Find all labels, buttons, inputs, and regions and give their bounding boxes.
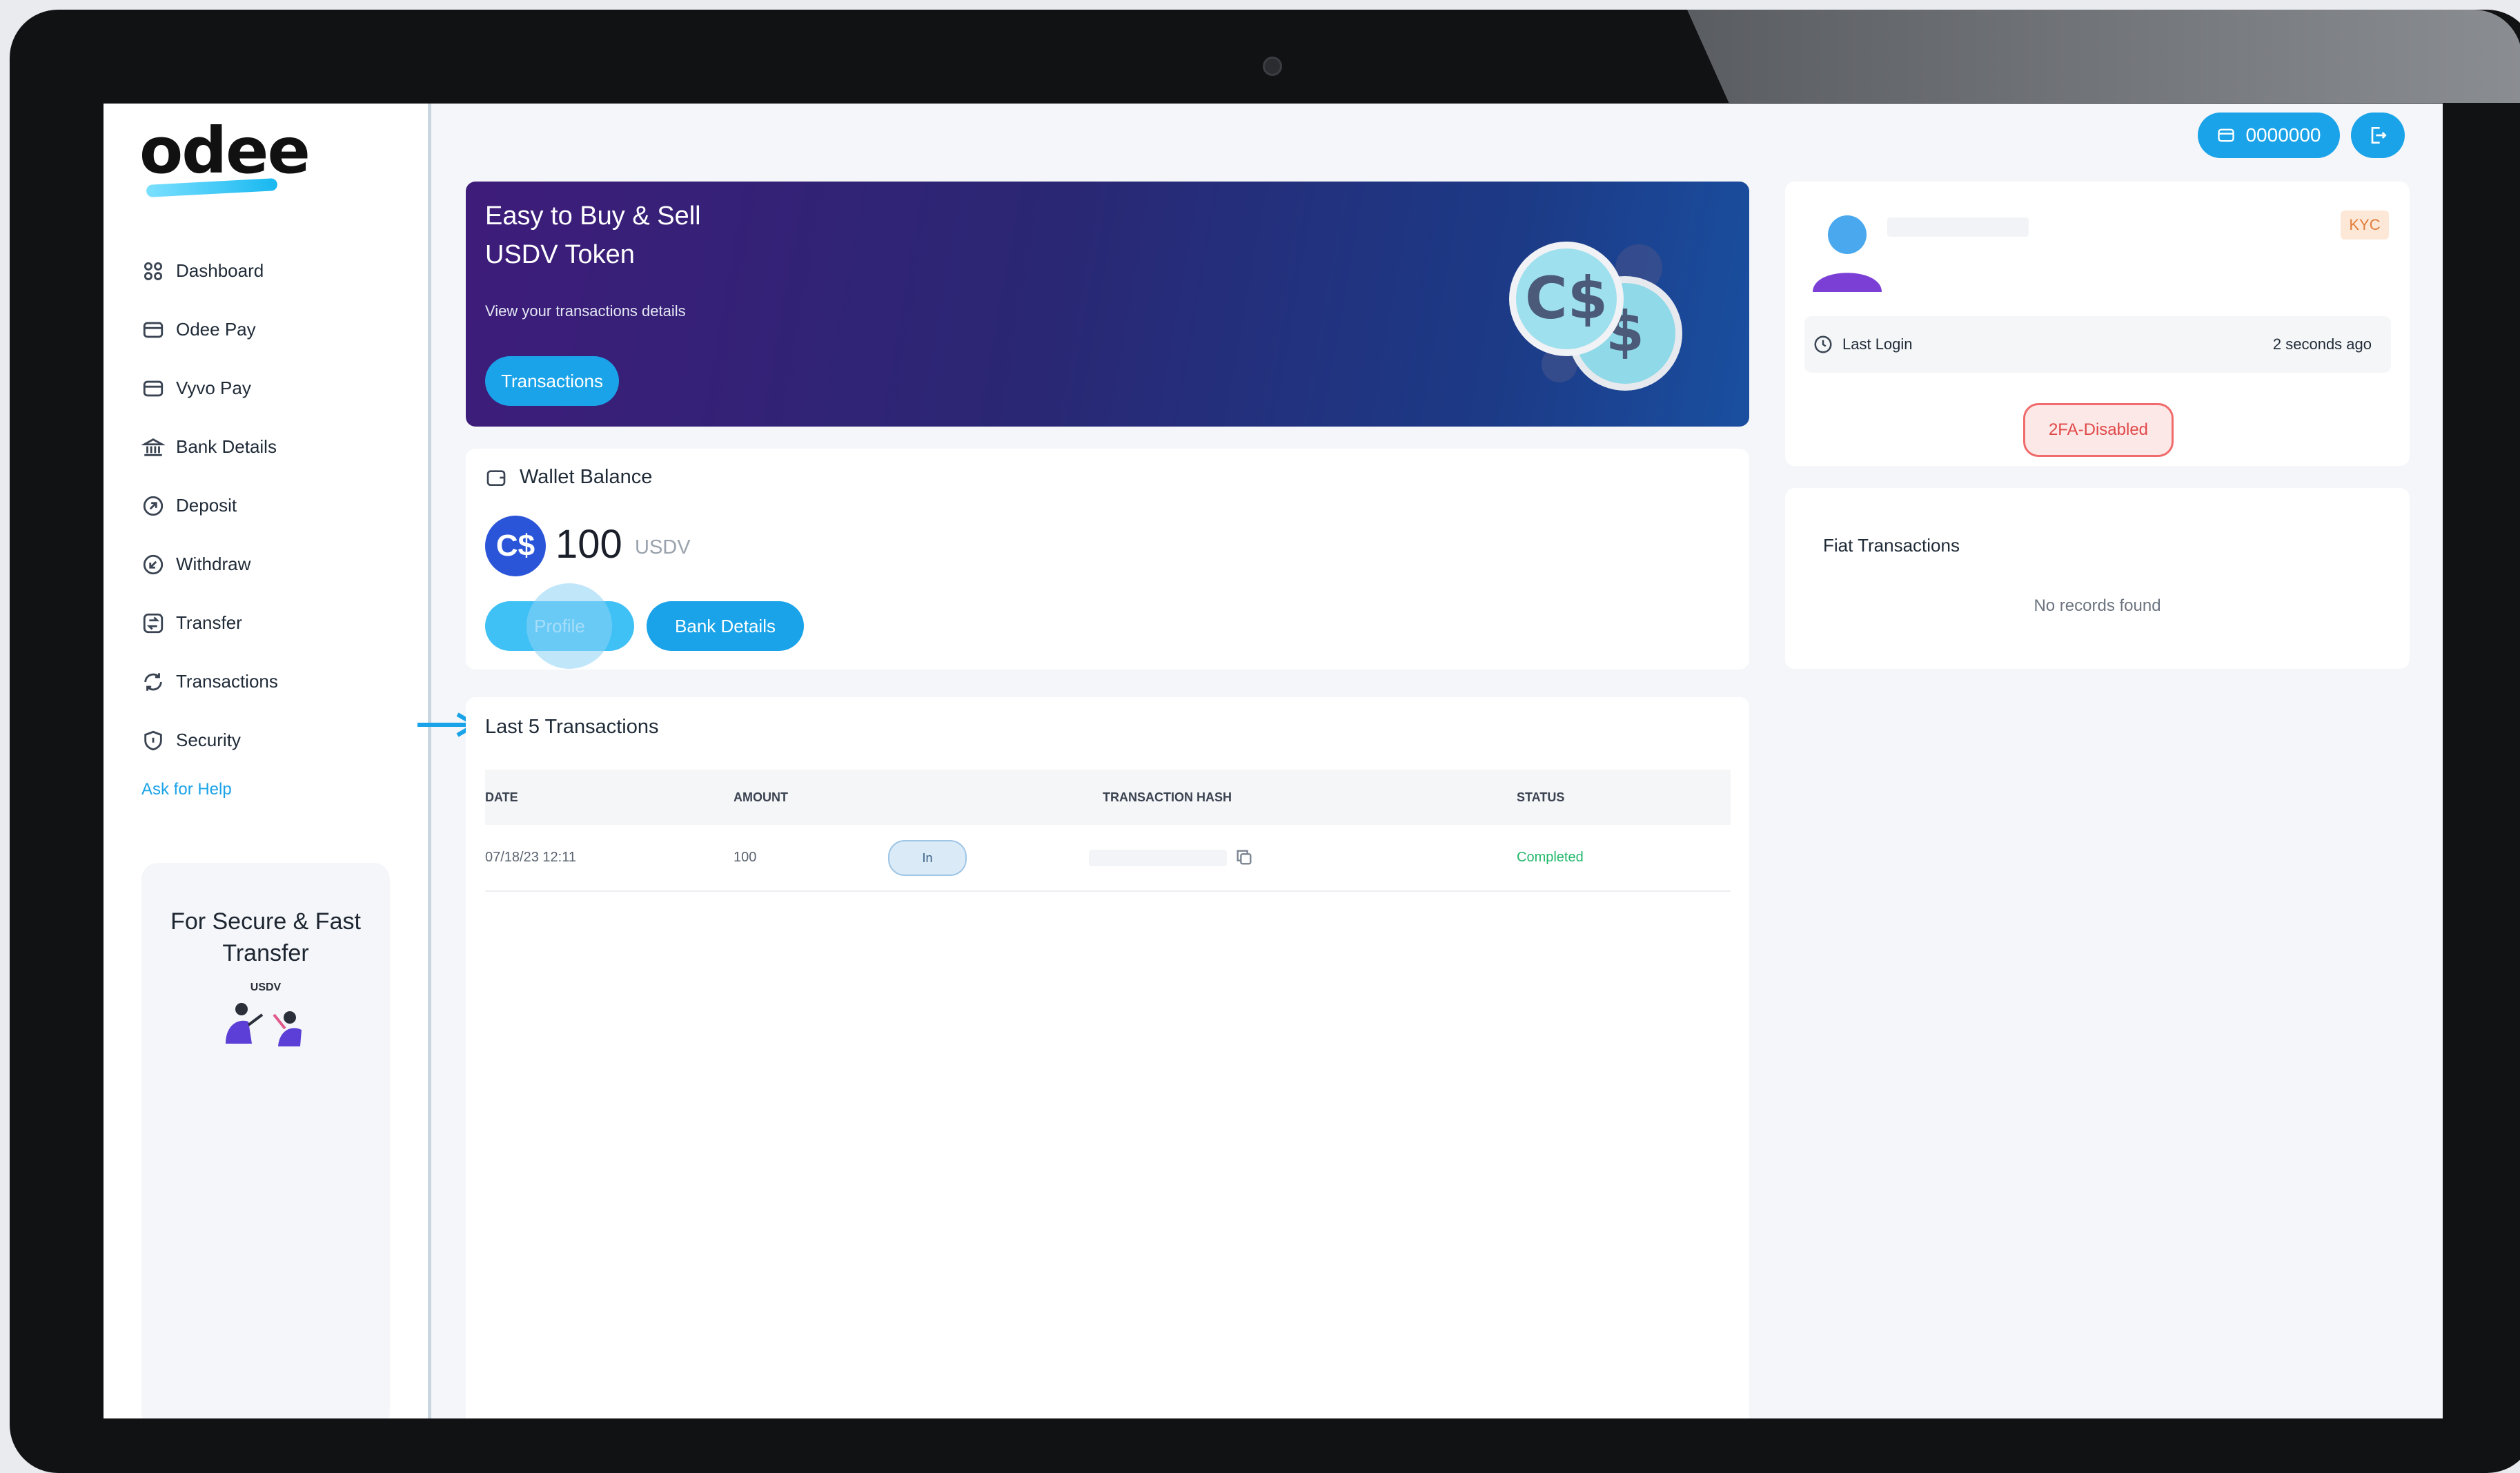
last-login-label: Last Login	[1842, 335, 1913, 353]
sidebar-item-label: Odee Pay	[176, 319, 256, 340]
coins-illustration: $ C$	[1509, 242, 1682, 391]
transactions-button[interactable]: Transactions	[485, 356, 619, 406]
txn-date: 07/18/23 12:11	[485, 850, 576, 865]
ask-for-help-link[interactable]: Ask for Help	[141, 780, 232, 799]
sidebar-item-label: Transactions	[176, 671, 278, 692]
col-status: STATUS	[1517, 790, 1565, 804]
wallet-icon	[486, 469, 506, 486]
table-row[interactable]: 07/18/23 12:11 100 In Completed	[485, 825, 1731, 892]
svg-text:C$: C$	[1525, 264, 1608, 332]
last-transactions-title: Last 5 Transactions	[485, 716, 659, 738]
copy-icon[interactable]	[1234, 848, 1254, 867]
promo-card: For Secure & Fast Transfer USDV	[141, 863, 390, 1418]
usdv-currency-icon: C$	[485, 516, 546, 576]
bezel-reflection	[1687, 10, 2520, 103]
txn-status: Completed	[1517, 850, 1584, 865]
transfer-icon	[143, 613, 164, 633]
user-profile-card: KYC Last Login 2 seconds ago 2FA-Disable…	[1785, 182, 2410, 466]
fiat-transactions-card: Fiat Transactions No records found	[1785, 488, 2410, 669]
last-login-value: 2 seconds ago	[2272, 335, 2372, 353]
sidebar-item-label: Vyvo Pay	[176, 378, 251, 398]
transaction-hash	[1089, 850, 1227, 866]
table-header: DATE AMOUNT TRANSACTION HASH STATUS	[485, 770, 1731, 825]
banner-title-line2: USDV Token	[485, 240, 635, 269]
sidebar-item-transfer[interactable]: Transfer	[141, 594, 278, 652]
sidebar-item-dashboard[interactable]: Dashboard	[141, 242, 278, 300]
balance-unit: USDV	[635, 536, 691, 558]
twofa-status-button[interactable]: 2FA-Disabled	[2023, 403, 2174, 457]
last-transactions-card: Last 5 Transactions DATE AMOUNT TRANSACT…	[466, 697, 1749, 1418]
logout-icon	[2371, 127, 2387, 144]
sidebar-item-deposit[interactable]: Deposit	[141, 476, 278, 535]
deposit-icon	[143, 496, 164, 516]
sidebar: odee Dashboard Odee Pay Vyvo Pay Bank De…	[104, 104, 431, 1418]
sidebar-item-label: Deposit	[176, 495, 237, 516]
empty-state-text: No records found	[2034, 596, 2161, 615]
wallet-balance-header: Wallet Balance	[485, 466, 652, 489]
last-login-row: Last Login 2 seconds ago	[1804, 316, 2391, 373]
card-icon	[143, 322, 164, 338]
sidebar-item-transactions[interactable]: Transactions	[141, 652, 278, 711]
logout-button[interactable]	[2351, 113, 2405, 158]
avatar[interactable]	[1813, 213, 1882, 292]
banner-title: Easy to Buy & Sell USDV Token	[485, 197, 701, 274]
shield-icon	[144, 730, 162, 750]
sidebar-item-label: Dashboard	[176, 260, 264, 281]
click-ripple	[526, 583, 612, 669]
bank-icon	[141, 438, 165, 456]
txn-amount: 100	[734, 850, 757, 865]
sidebar-item-label: Security	[176, 730, 241, 750]
col-date: DATE	[485, 790, 518, 804]
sidebar-nav: Dashboard Odee Pay Vyvo Pay Bank Details…	[141, 242, 278, 770]
col-transaction-hash: TRANSACTION HASH	[1103, 790, 1232, 804]
sidebar-item-security[interactable]: Security	[141, 711, 278, 770]
grid-icon	[144, 262, 163, 280]
wallet-account-button[interactable]: 0000000	[2198, 113, 2340, 158]
sidebar-item-vyvo-pay[interactable]: Vyvo Pay	[141, 359, 278, 418]
clock-icon	[1814, 335, 1832, 353]
refresh-icon	[144, 672, 162, 691]
promo-illustration: USDV	[141, 982, 390, 1053]
sidebar-item-bank-details[interactable]: Bank Details	[141, 418, 278, 476]
wallet-balance-card: Wallet Balance C$ 100 USDV Profile Bank …	[466, 449, 1749, 670]
promo-label: USDV	[250, 982, 282, 993]
wallet-icon	[2218, 128, 2235, 142]
banner-title-line1: Easy to Buy & Sell	[485, 202, 701, 231]
sidebar-item-withdraw[interactable]: Withdraw	[141, 535, 278, 594]
webcam	[1263, 57, 1282, 76]
kyc-badge[interactable]: KYC	[2341, 211, 2389, 240]
card-icon	[143, 380, 164, 396]
col-amount: AMOUNT	[734, 790, 788, 804]
sidebar-item-label: Transfer	[176, 612, 242, 633]
fiat-transactions-title: Fiat Transactions	[1823, 535, 1960, 556]
brand-logo[interactable]: odee	[139, 114, 311, 188]
sidebar-item-odee-pay[interactable]: Odee Pay	[141, 300, 278, 359]
banner-subtitle: View your transactions details	[485, 302, 686, 320]
sidebar-item-label: Bank Details	[176, 436, 277, 457]
direction-badge: In	[888, 840, 967, 876]
app-screen: odee Dashboard Odee Pay Vyvo Pay Bank De…	[104, 104, 2443, 1418]
withdraw-icon	[143, 554, 164, 574]
promo-banner: Easy to Buy & Sell USDV Token View your …	[466, 182, 1749, 427]
account-number: 0000000	[2245, 124, 2321, 146]
bank-details-button[interactable]: Bank Details	[647, 601, 804, 651]
promo-title: For Secure & Fast Transfer	[170, 908, 361, 966]
wallet-balance-title: Wallet Balance	[520, 466, 653, 488]
user-name-placeholder	[1887, 217, 2029, 237]
balance-amount: 100	[555, 522, 622, 567]
people-transfer-icon	[226, 1003, 302, 1046]
sidebar-item-label: Withdraw	[176, 554, 251, 574]
